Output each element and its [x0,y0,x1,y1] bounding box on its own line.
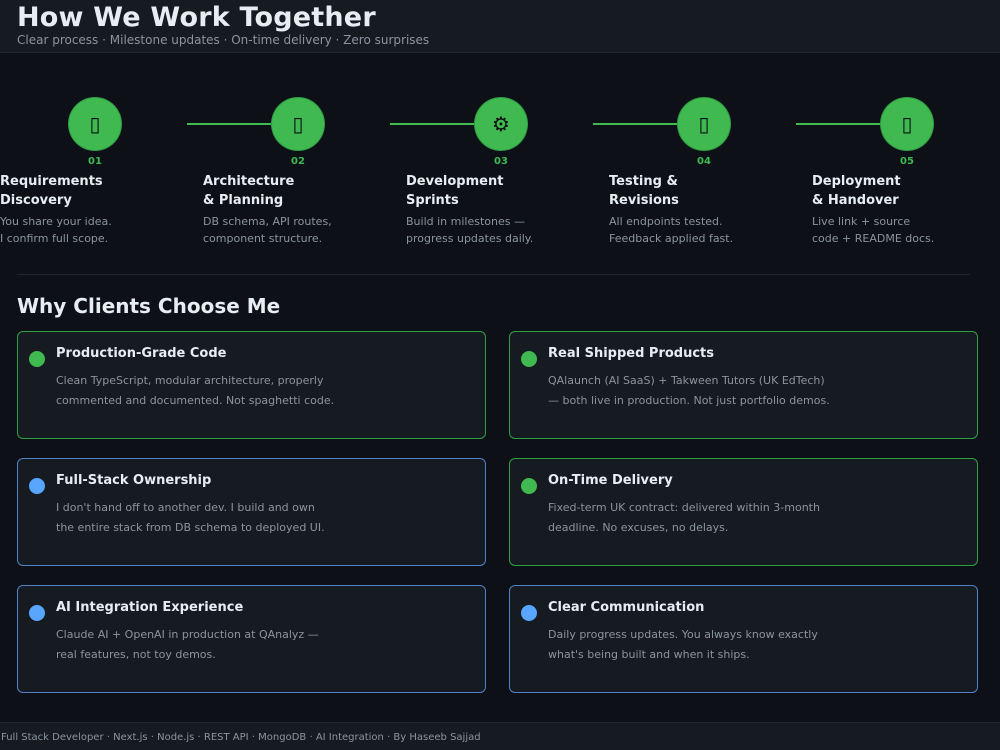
footer-text: Full Stack Developer · Next.js · Node.js… [1,732,481,743]
process-step-5: ▯ 05 Deployment & Handover Live link + so… [796,98,1000,258]
clipboard-icon: ▯ [69,98,121,150]
feature-card-on-time: On-Time Delivery Fixed-term UK contract:… [509,458,978,566]
page-subtitle: Clear process · Milestone updates · On-t… [17,33,430,47]
step-number: 02 [291,156,305,167]
step-title: Requirements Discovery [0,174,103,208]
step-title: Development Sprints [406,174,504,208]
card-title: AI Integration Experience [56,600,244,615]
card-description: Clean TypeScript, modular architecture, … [56,374,335,407]
process-step-1: ▯ 01 Requirements Discovery You share you… [0,98,203,258]
step-description: DB schema, API routes, component structur… [203,215,332,245]
feature-card-full-stack: Full-Stack Ownership I don't hand off to… [17,458,486,566]
step-number: 05 [900,156,914,167]
why-section-title: Why Clients Choose Me [17,294,281,318]
section-divider [17,274,970,275]
page-header: How We Work Together Clear process · Mil… [0,0,1000,53]
step-description: Live link + source code + README docs. [812,215,935,245]
step-number: 01 [88,156,102,167]
rocket-icon: ▯ [881,98,933,150]
card-description: Fixed-term UK contract: delivered within… [548,501,820,534]
feature-card-ai-integration: AI Integration Experience Claude AI + Op… [17,585,486,693]
status-dot-icon [29,605,45,621]
card-title: Full-Stack Ownership [56,473,212,488]
card-description: Claude AI + OpenAI in production at QAna… [56,628,319,661]
gear-icon: ⚙ [475,98,527,150]
status-dot-icon [521,351,537,367]
feature-card-production-code: Production-Grade Code Clean TypeScript, … [17,331,486,439]
card-description: QAlaunch (AI SaaS) + Takween Tutors (UK … [548,374,830,407]
step-title: Architecture & Planning [203,174,295,208]
status-dot-icon [29,351,45,367]
card-description: I don't hand off to another dev. I build… [56,501,325,534]
step-title: Deployment & Handover [812,174,901,208]
status-dot-icon [521,605,537,621]
status-dot-icon [521,478,537,494]
page-footer: Full Stack Developer · Next.js · Node.js… [0,722,1000,750]
card-title: On-Time Delivery [548,473,673,488]
card-title: Clear Communication [548,600,705,615]
step-title: Testing & Revisions [609,174,679,208]
feature-card-shipped-products: Real Shipped Products QAlaunch (AI SaaS)… [509,331,978,439]
card-title: Production-Grade Code [56,346,227,361]
card-title: Real Shipped Products [548,346,715,361]
step-description: All endpoints tested. Feedback applied fa… [609,215,734,245]
step-number: 04 [697,156,711,167]
step-description: You share your idea. I confirm full scope… [0,215,112,245]
page-title: How We Work Together [17,2,376,33]
blueprint-icon: ▯ [272,98,324,150]
card-description: Daily progress updates. You always know … [548,628,818,661]
process-step-4: ▯ 04 Testing & Revisions All endpoints te… [593,98,812,258]
test-icon: ▯ [678,98,730,150]
process-step-2: ▯ 02 Architecture & Planning DB schema, A… [187,98,406,258]
status-dot-icon [29,478,45,494]
process-step-3: ⚙ 03 Development Sprints Build in milesto… [390,98,609,258]
feature-card-communication: Clear Communication Daily progress updat… [509,585,978,693]
step-description: Build in milestones — progress updates da… [406,215,534,245]
step-number: 03 [494,156,508,167]
